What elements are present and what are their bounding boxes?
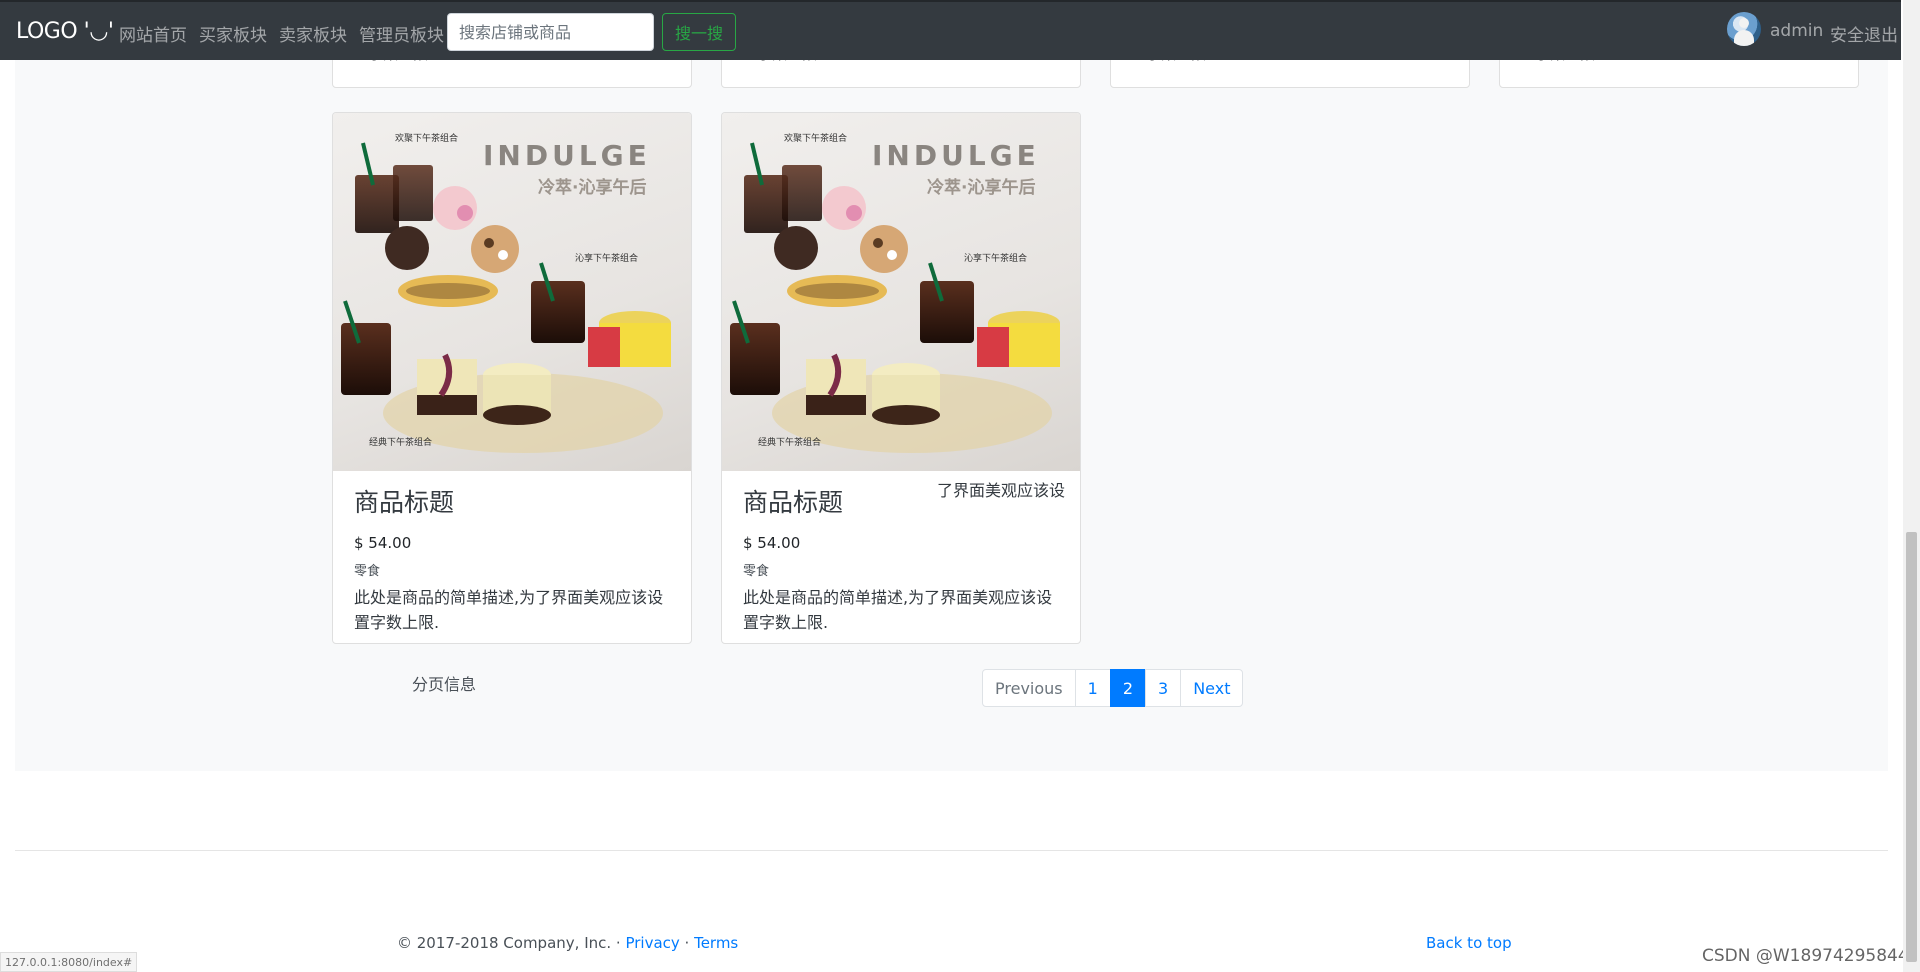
- pagination-page-2[interactable]: 2: [1109, 669, 1146, 707]
- pagination-page-3[interactable]: 3: [1145, 669, 1182, 707]
- search-input[interactable]: [447, 13, 654, 51]
- footer-separator: ·: [679, 934, 695, 952]
- svg-text:冷萃·沁享午后: 冷萃·沁享午后: [927, 177, 1035, 198]
- card-body: 商品标题 $ 54.00 零食 此处是商品的简单描述,为了界面美观应该设置字数上…: [354, 483, 670, 635]
- svg-text:经典下午茶组合: 经典下午茶组合: [369, 436, 432, 448]
- card-body: 商品标题 $ 54.00 零食 此处是商品的简单描述,为了界面美观应该设置字数上…: [743, 483, 1059, 635]
- status-bar-url: 127.0.0.1:8080/index#: [0, 952, 138, 972]
- pagination-info: 分页信息: [412, 675, 477, 694]
- privacy-link[interactable]: Privacy: [625, 934, 679, 952]
- album-section: 置字数上限. 置字数上限. 置字数上限. 置字数上限. INDULGE 冷萃·沁…: [15, 0, 1888, 771]
- avatar-head-shape: [1739, 18, 1749, 28]
- watermark: CSDN @W18974295844: [1702, 946, 1909, 966]
- svg-text:沁享下午茶组合: 沁享下午茶组合: [575, 252, 638, 264]
- footer-divider: [15, 850, 1888, 851]
- svg-text:冷萃·沁享午后: 冷萃·沁享午后: [538, 177, 646, 198]
- search-button[interactable]: 搜一搜: [662, 13, 736, 51]
- user-name[interactable]: admin: [1770, 21, 1823, 41]
- svg-text:INDULGE: INDULGE: [483, 139, 651, 172]
- brand-logo[interactable]: LOGO '◡': [16, 19, 114, 44]
- afternoon-tea-illustration: INDULGE 冷萃·沁享午后 沁享下午茶组合 欢聚下午茶组合 经典下午茶组合: [730, 132, 1060, 453]
- nav-link-buyer[interactable]: 买家板块: [199, 21, 267, 46]
- terms-link[interactable]: Terms: [694, 934, 738, 952]
- product-card[interactable]: INDULGE 冷萃·沁享午后 沁享下午茶组合 欢聚下午茶组合 经典下午茶组合 …: [721, 112, 1081, 644]
- top-navbar: LOGO '◡' 网站首页 买家板块 卖家板块 管理员板块 搜一搜 admin …: [0, 0, 1901, 60]
- product-price: $ 54.00: [354, 534, 412, 552]
- nav-link-home[interactable]: 网站首页: [119, 21, 187, 46]
- copyright-text: © 2017-2018 Company, Inc. ·: [397, 934, 626, 952]
- product-card[interactable]: INDULGE 冷萃·沁享午后 沁享下午茶组合 欢聚下午茶组合 经典下午茶组合 …: [332, 112, 692, 644]
- pagination-page-1[interactable]: 1: [1074, 669, 1111, 707]
- afternoon-tea-illustration: INDULGE 冷萃·沁享午后 沁享下午茶组合 欢聚下午茶组合 经典下午茶组合: [341, 132, 671, 453]
- back-to-top-link[interactable]: Back to top: [1426, 934, 1512, 952]
- scrollbar-thumb[interactable]: [1906, 532, 1917, 962]
- pagination: Previous 1 2 3 Next: [982, 669, 1244, 707]
- product-category: 零食: [354, 564, 381, 579]
- product-price: $ 54.00: [743, 534, 801, 552]
- svg-text:沁享下午茶组合: 沁享下午茶组合: [964, 252, 1027, 264]
- user-avatar[interactable]: [1727, 12, 1761, 46]
- svg-text:欢聚下午茶组合: 欢聚下午茶组合: [395, 132, 458, 144]
- nav-link-seller[interactable]: 卖家板块: [279, 21, 347, 46]
- svg-text:欢聚下午茶组合: 欢聚下午茶组合: [784, 132, 847, 144]
- logout-link[interactable]: 安全退出: [1830, 21, 1898, 46]
- product-image[interactable]: INDULGE 冷萃·沁享午后 沁享下午茶组合 欢聚下午茶组合 经典下午茶组合: [722, 113, 1080, 471]
- svg-text:经典下午茶组合: 经典下午茶组合: [758, 436, 821, 448]
- product-image[interactable]: INDULGE 冷萃·沁享午后 沁享下午茶组合 欢聚下午茶组合 经典下午茶组合: [333, 113, 691, 471]
- pagination-previous[interactable]: Previous: [982, 669, 1076, 707]
- nav-link-admin[interactable]: 管理员板块: [359, 21, 444, 46]
- svg-text:INDULGE: INDULGE: [872, 139, 1040, 172]
- pagination-next[interactable]: Next: [1180, 669, 1244, 707]
- product-description: 此处是商品的简单描述,为了界面美观应该设置字数上限.: [354, 588, 664, 632]
- avatar-body-shape: [1734, 30, 1754, 46]
- product-title[interactable]: 商品标题: [354, 483, 670, 519]
- product-description: 此处是商品的简单描述,为了界面美观应该设置字数上限.: [743, 588, 1053, 632]
- product-category: 零食: [743, 564, 770, 579]
- tooltip-fragment: 了界面美观应该设: [937, 481, 1066, 500]
- footer-copyright: © 2017-2018 Company, Inc. · Privacy · Te…: [397, 934, 738, 952]
